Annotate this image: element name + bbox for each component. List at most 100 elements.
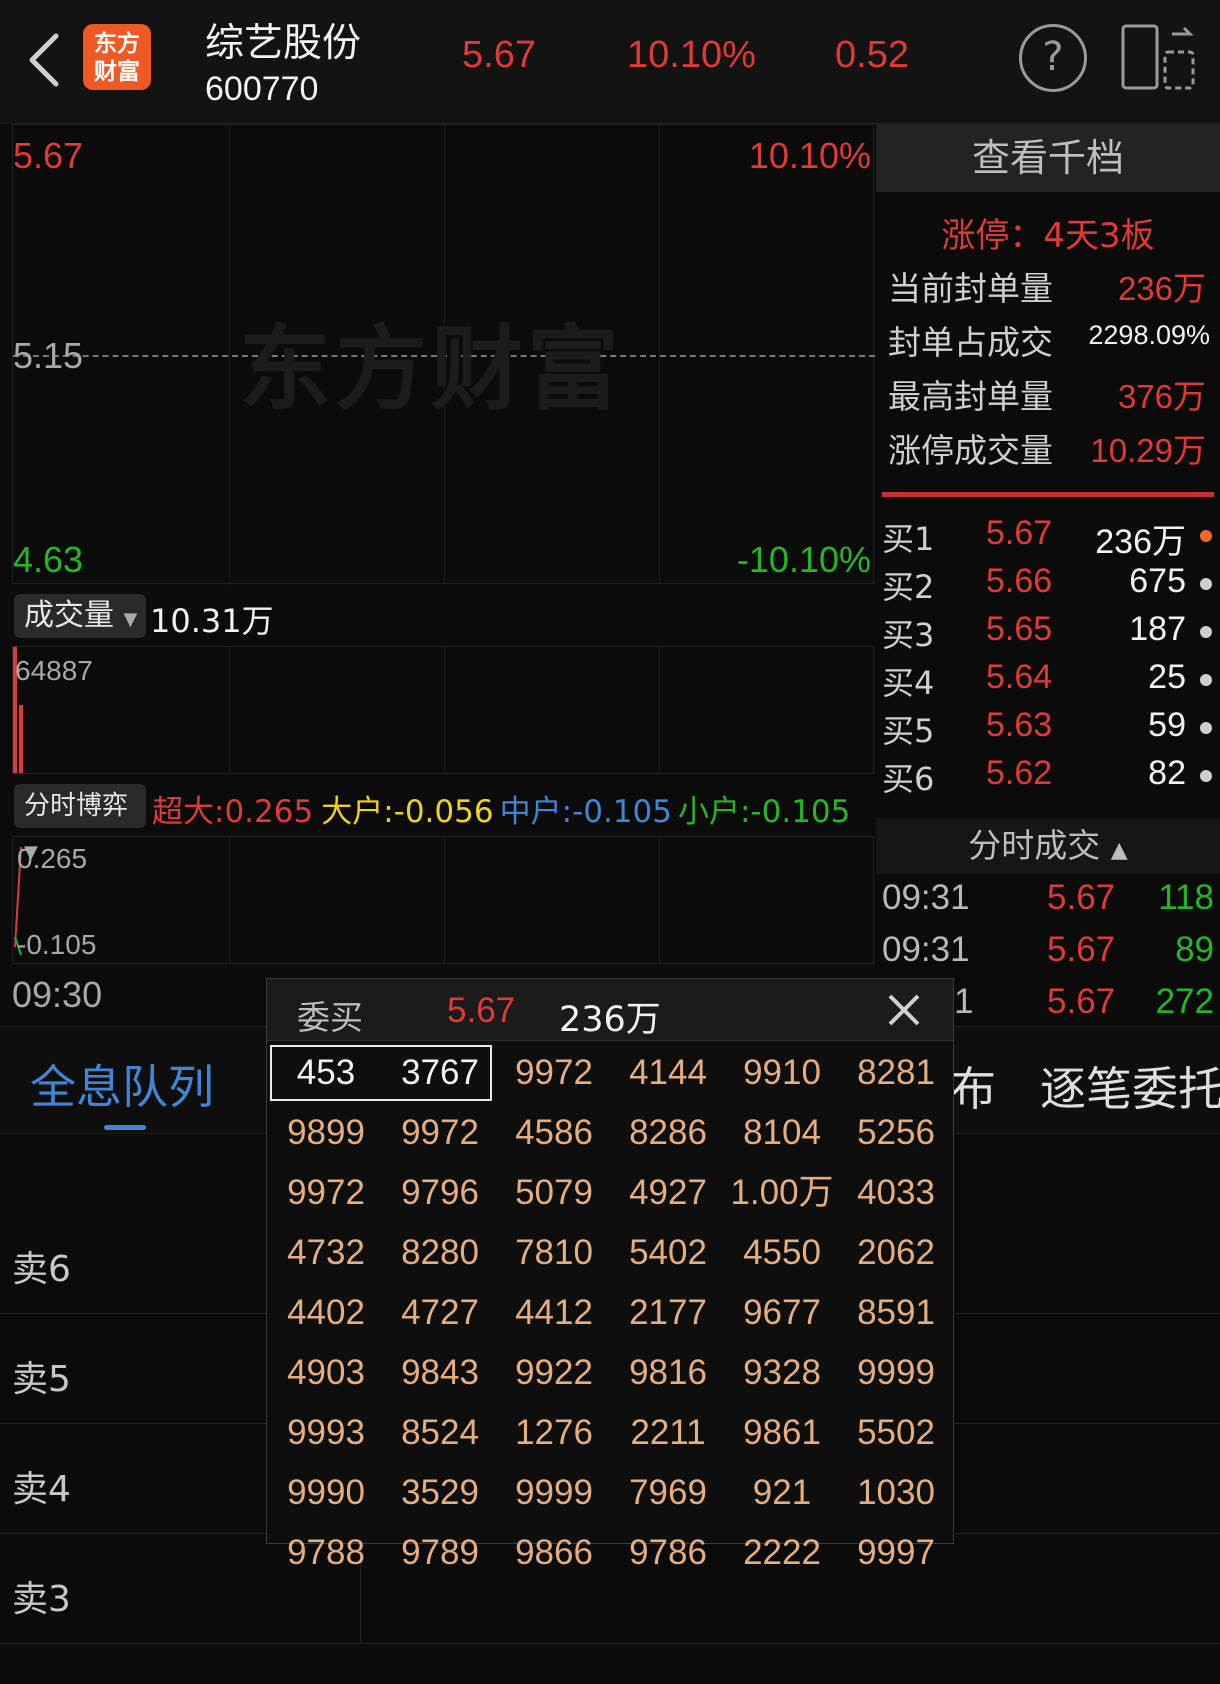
queue-order-cell[interactable]: 4727	[383, 1283, 497, 1343]
queue-order-cell[interactable]: 4033	[839, 1163, 953, 1223]
queue-order-cell[interactable]: 2211	[611, 1403, 725, 1463]
queue-order-cell[interactable]: 5402	[611, 1223, 725, 1283]
volume-selector[interactable]: 成交量 ▼	[14, 594, 146, 638]
queue-order-cell[interactable]: 9993	[269, 1403, 383, 1463]
tab-order-by-order[interactable]: 逐笔委托	[1040, 1053, 1220, 1119]
divider	[882, 492, 1214, 497]
queue-order-cell[interactable]: 3767	[383, 1043, 497, 1103]
queue-order-cell[interactable]: 9786	[611, 1523, 725, 1583]
queue-order-cell[interactable]: 7810	[497, 1223, 611, 1283]
queue-order-cell[interactable]: 4412	[497, 1283, 611, 1343]
bid-qty: 236万	[1095, 523, 1186, 561]
queue-order-cell[interactable]: 1276	[497, 1403, 611, 1463]
stat-label: 当前封单量	[888, 269, 1053, 308]
flow-super: 超大:0.265	[152, 794, 314, 830]
queue-order-cell[interactable]: 2222	[725, 1523, 839, 1583]
queue-order-cell[interactable]: 5256	[839, 1103, 953, 1163]
volume-chart[interactable]: 64887	[12, 646, 874, 775]
bid-price: 5.62	[986, 754, 1053, 792]
time-axis-start: 09:30	[12, 974, 103, 1015]
close-icon[interactable]	[887, 993, 921, 1027]
trades-header-label: 分时成交	[968, 826, 1101, 865]
watermark: 东方财富	[239, 316, 624, 423]
flow-small: 小户:-0.105	[677, 794, 851, 830]
queue-order-cell[interactable]: 9796	[383, 1163, 497, 1223]
axis-top-price: 5.67	[13, 135, 84, 176]
tab-partial[interactable]: 布	[950, 1053, 996, 1119]
bid-row[interactable]: 买4 5.64 25	[882, 658, 1212, 706]
view-thousand-levels-button[interactable]: 查看千档	[876, 124, 1220, 192]
queue-order-cell[interactable]: 9789	[383, 1523, 497, 1583]
queue-order-cell[interactable]: 9866	[497, 1523, 611, 1583]
flow-big: 大户:-0.056	[321, 794, 494, 830]
queue-order-cell[interactable]: 9990	[269, 1463, 383, 1523]
queue-order-cell[interactable]: 8280	[383, 1223, 497, 1283]
split-screen-icon[interactable]	[1120, 22, 1196, 92]
queue-order-cell[interactable]: 9997	[839, 1523, 953, 1583]
queue-order-cell[interactable]: 5079	[497, 1163, 611, 1223]
bid-row[interactable]: 买2 5.66 675	[882, 562, 1212, 610]
status-dot-icon	[1200, 578, 1212, 590]
queue-order-cell[interactable]: 9788	[269, 1523, 383, 1583]
bid-label: 买2	[882, 568, 935, 606]
queue-order-cell[interactable]: 9861	[725, 1403, 839, 1463]
queue-order-cell[interactable]: 8104	[725, 1103, 839, 1163]
queue-order-cell[interactable]: 1030	[839, 1463, 953, 1523]
queue-order-cell[interactable]: 4732	[269, 1223, 383, 1283]
flow-axis-bottom: -0.105	[17, 929, 97, 960]
queue-order-cell[interactable]: 8281	[839, 1043, 953, 1103]
queue-order-cell[interactable]: 9922	[497, 1343, 611, 1403]
queue-order-cell[interactable]: 9816	[611, 1343, 725, 1403]
queue-order-cell[interactable]: 3529	[383, 1463, 497, 1523]
queue-order-cell[interactable]: 9910	[725, 1043, 839, 1103]
back-arrow-icon[interactable]	[22, 30, 66, 90]
queue-order-cell[interactable]: 9972	[269, 1163, 383, 1223]
queue-order-cell[interactable]: 9843	[383, 1343, 497, 1403]
flow-legend: 超大:0.265 大户:-0.056 中户:-0.105 小户:-0.105	[152, 786, 850, 831]
bid-row[interactable]: 买5 5.63 59	[882, 706, 1212, 754]
queue-order-cell[interactable]: 4144	[611, 1043, 725, 1103]
flow-selector-label: 分时博弈	[24, 791, 129, 821]
sell-label: 卖6	[12, 1249, 71, 1290]
queue-order-cell[interactable]: 2177	[611, 1283, 725, 1343]
queue-order-cell[interactable]: 5502	[839, 1403, 953, 1463]
volume-bar	[19, 705, 23, 773]
flow-chart[interactable]: 0.265 -0.105	[12, 836, 874, 965]
queue-order-cell[interactable]: 4402	[269, 1283, 383, 1343]
queue-order-cell[interactable]: 8591	[839, 1283, 953, 1343]
bid-label: 买5	[882, 712, 935, 750]
queue-order-cell[interactable]: 453	[269, 1043, 383, 1103]
queue-order-cell[interactable]: 4927	[611, 1163, 725, 1223]
bid-qty: 59	[1148, 706, 1186, 744]
bid-price: 5.65	[986, 610, 1053, 648]
queue-order-cell[interactable]: 9899	[269, 1103, 383, 1163]
help-icon[interactable]: ?	[1019, 24, 1087, 92]
queue-order-cell[interactable]: 9999	[497, 1463, 611, 1523]
flow-selector[interactable]: 分时博弈 ▼	[14, 784, 146, 863]
bid-row[interactable]: 买1 5.67 236万	[882, 514, 1212, 562]
trade-row: 09:31 5.67 118	[882, 878, 1214, 928]
bid-row[interactable]: 买6 5.62 82	[882, 754, 1212, 802]
queue-order-cell[interactable]: 4586	[497, 1103, 611, 1163]
queue-order-cell[interactable]: 1.00万	[725, 1163, 839, 1223]
bid-label: 买6	[882, 760, 935, 798]
queue-order-cell[interactable]: 7969	[611, 1463, 725, 1523]
queue-order-cell[interactable]: 9677	[725, 1283, 839, 1343]
queue-order-cell[interactable]: 9972	[383, 1103, 497, 1163]
tab-queue[interactable]: 全息队列	[30, 1051, 214, 1117]
trades-header[interactable]: 分时成交 ▲	[876, 818, 1220, 874]
queue-order-cell[interactable]: 4550	[725, 1223, 839, 1283]
queue-order-cell[interactable]: 921	[725, 1463, 839, 1523]
queue-order-cell[interactable]: 4903	[269, 1343, 383, 1403]
queue-order-cell[interactable]: 9972	[497, 1043, 611, 1103]
queue-order-cell[interactable]: 2062	[839, 1223, 953, 1283]
queue-order-cell[interactable]: 9999	[839, 1343, 953, 1403]
axis-top-pct: 10.10%	[748, 135, 871, 176]
queue-order-cell[interactable]: 8286	[611, 1103, 725, 1163]
queue-order-cell[interactable]: 9328	[725, 1343, 839, 1403]
queue-order-cell[interactable]: 8524	[383, 1403, 497, 1463]
intraday-price-chart[interactable]: 东方财富 5.67 10.10% 5.15 4.63 -10.10%	[12, 124, 875, 585]
trade-time: 1	[954, 982, 974, 1021]
bid-row[interactable]: 买3 5.65 187	[882, 610, 1212, 658]
bid-qty: 82	[1148, 754, 1186, 792]
